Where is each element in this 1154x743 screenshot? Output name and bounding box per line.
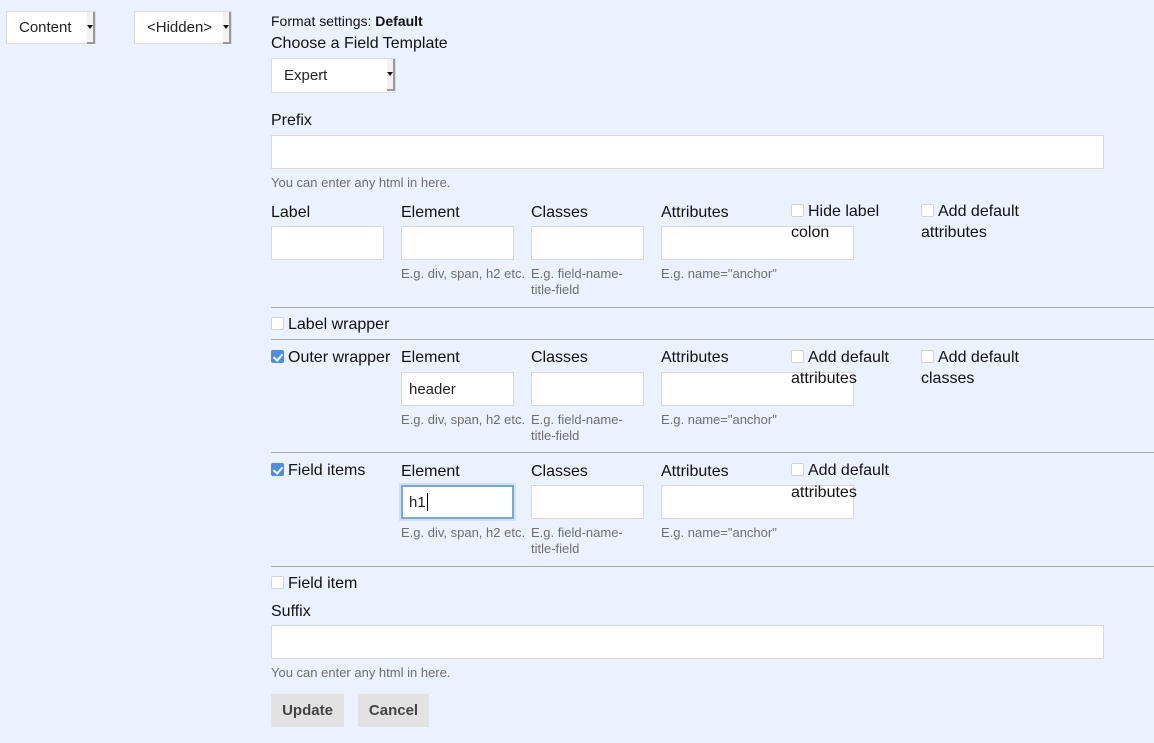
chevron-down-icon [387,59,395,91]
items-classes-heading: Classes [531,463,588,480]
items-add-default-attributes-label: Add default attributes [791,462,889,501]
prefix-label: Prefix [271,112,312,129]
cancel-button[interactable]: Cancel [358,694,429,727]
label-element-help: E.g. div, span, h2 etc. [401,266,526,281]
chevron-down-icon [87,12,95,44]
label-add-default-attributes-label: Add default attributes [921,203,1019,241]
label-display-select-value: <Hidden> [147,19,213,36]
items-element-input[interactable]: h1 [401,485,514,519]
outer-add-default-attributes-label: Add default attributes [791,349,889,387]
field-item-label: Field item [288,575,358,592]
items-classes-help: E.g. field-name-title-field [531,525,623,556]
outer-add-default-classes-label: Add default classes [921,349,1019,387]
divider [271,452,1154,453]
field-template-heading: Choose a Field Template [271,35,448,52]
outer-attributes-heading: Attributes [661,349,729,366]
prefix-help: You can enter any html in here. [271,175,451,190]
outer-element-help: E.g. div, span, h2 etc. [401,412,526,427]
outer-element-input[interactable] [401,372,514,406]
outer-wrapper-checkbox[interactable] [271,350,284,363]
items-attributes-help: E.g. name="anchor" [661,525,777,540]
items-classes-input[interactable] [531,485,644,519]
label-wrapper-label: Label wrapper [288,316,390,333]
label-text-input[interactable] [271,226,384,260]
field-template-select-value: Expert [284,67,328,84]
label-element-heading: Element [401,204,460,221]
divider [271,566,1154,567]
field-template-select[interactable]: Expert [271,58,396,93]
hide-label-colon-label: Hide label colon [791,203,880,241]
label-classes-heading: Classes [531,204,588,221]
format-settings-label: Format settings: [271,13,372,29]
outer-classes-input[interactable] [531,372,644,406]
field-items-checkbox[interactable] [271,463,284,476]
label-element-input[interactable] [401,226,514,260]
label-attributes-heading: Attributes [661,204,729,221]
outer-element-heading: Element [401,349,460,366]
format-settings-value: Default [375,13,423,29]
divider [271,339,1154,340]
label-display-select[interactable]: <Hidden> [134,11,232,44]
items-attributes-heading: Attributes [661,463,729,480]
outer-classes-heading: Classes [531,349,588,366]
outer-attributes-help: E.g. name="anchor" [661,412,777,427]
update-button[interactable]: Update [271,694,344,727]
label-classes-input[interactable] [531,226,644,260]
field-item-checkbox[interactable] [271,576,284,589]
items-element-value: h1 [409,493,426,511]
items-element-heading: Element [401,463,460,480]
outer-classes-help: E.g. field-name-title-field [531,412,623,443]
label-col-heading: Label [271,204,311,221]
field-items-label: Field items [288,462,366,479]
outer-wrapper-label: Outer wrapper [288,349,391,366]
items-element-help: E.g. div, span, h2 etc. [401,525,526,540]
suffix-label: Suffix [271,603,311,620]
label-classes-help: E.g. field-name-title-field [531,266,623,297]
region-select-value: Content [19,19,72,36]
chevron-down-icon [223,12,231,44]
format-settings: Format settings: Default [271,13,423,29]
label-attributes-help: E.g. name="anchor" [661,266,777,281]
divider [271,307,1154,308]
suffix-input[interactable] [271,625,1104,659]
label-wrapper-checkbox[interactable] [271,317,284,330]
text-cursor [426,493,428,511]
suffix-help: You can enter any html in here. [271,665,451,680]
region-select[interactable]: Content [6,11,96,44]
prefix-input[interactable] [271,135,1104,169]
